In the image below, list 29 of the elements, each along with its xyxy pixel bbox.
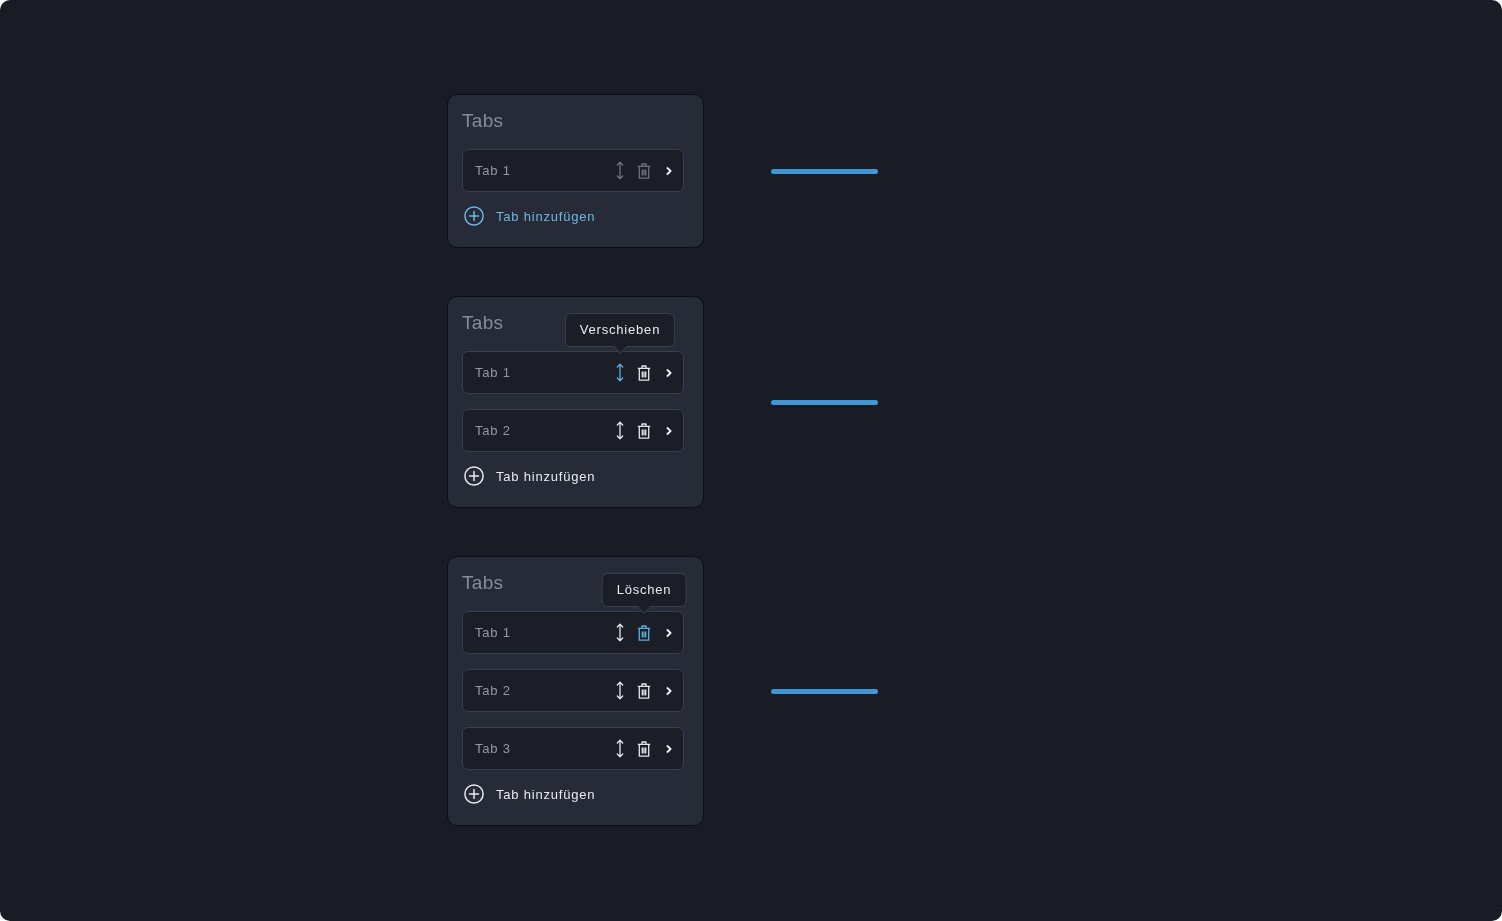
tab-label: Tab 1	[475, 625, 512, 640]
tab-row[interactable]: Tab 3	[462, 727, 684, 770]
panel-title: Tabs	[462, 311, 504, 335]
plus-circle-icon	[464, 784, 484, 804]
add-tab-button[interactable]: Tab hinzufügen	[462, 204, 596, 228]
panel-title: Tabs	[462, 109, 504, 133]
chevron-right-icon[interactable]	[666, 368, 672, 377]
trash-icon[interactable]	[637, 624, 651, 641]
tab-row[interactable]: Tab 2	[462, 669, 684, 712]
chevron-right-icon[interactable]	[666, 426, 672, 435]
add-tab-button[interactable]: Tab hinzufügen	[462, 464, 596, 488]
chevron-right-icon[interactable]	[666, 628, 672, 637]
add-tab-button[interactable]: Tab hinzufügen	[462, 782, 596, 806]
tooltip: Löschen	[601, 572, 687, 613]
chevron-right-icon[interactable]	[666, 166, 672, 175]
panel-title: Tabs	[462, 571, 504, 595]
tab-label: Tab 1	[475, 365, 512, 380]
chevron-right-icon[interactable]	[666, 686, 672, 695]
plus-circle-icon	[464, 466, 484, 486]
tab-label: Tab 2	[475, 423, 512, 438]
up-down-arrow-icon[interactable]	[616, 363, 624, 382]
tab-label: Tab 3	[475, 741, 512, 756]
tab-label: Tab 2	[475, 683, 512, 698]
tooltip: Verschieben	[564, 312, 676, 353]
tab-label: Tab 1	[475, 163, 512, 178]
plus-circle-icon	[464, 206, 484, 226]
tab-row[interactable]: Tab 2	[462, 409, 684, 452]
chevron-right-icon[interactable]	[666, 744, 672, 753]
tab-row[interactable]: Tab 1	[462, 149, 684, 192]
